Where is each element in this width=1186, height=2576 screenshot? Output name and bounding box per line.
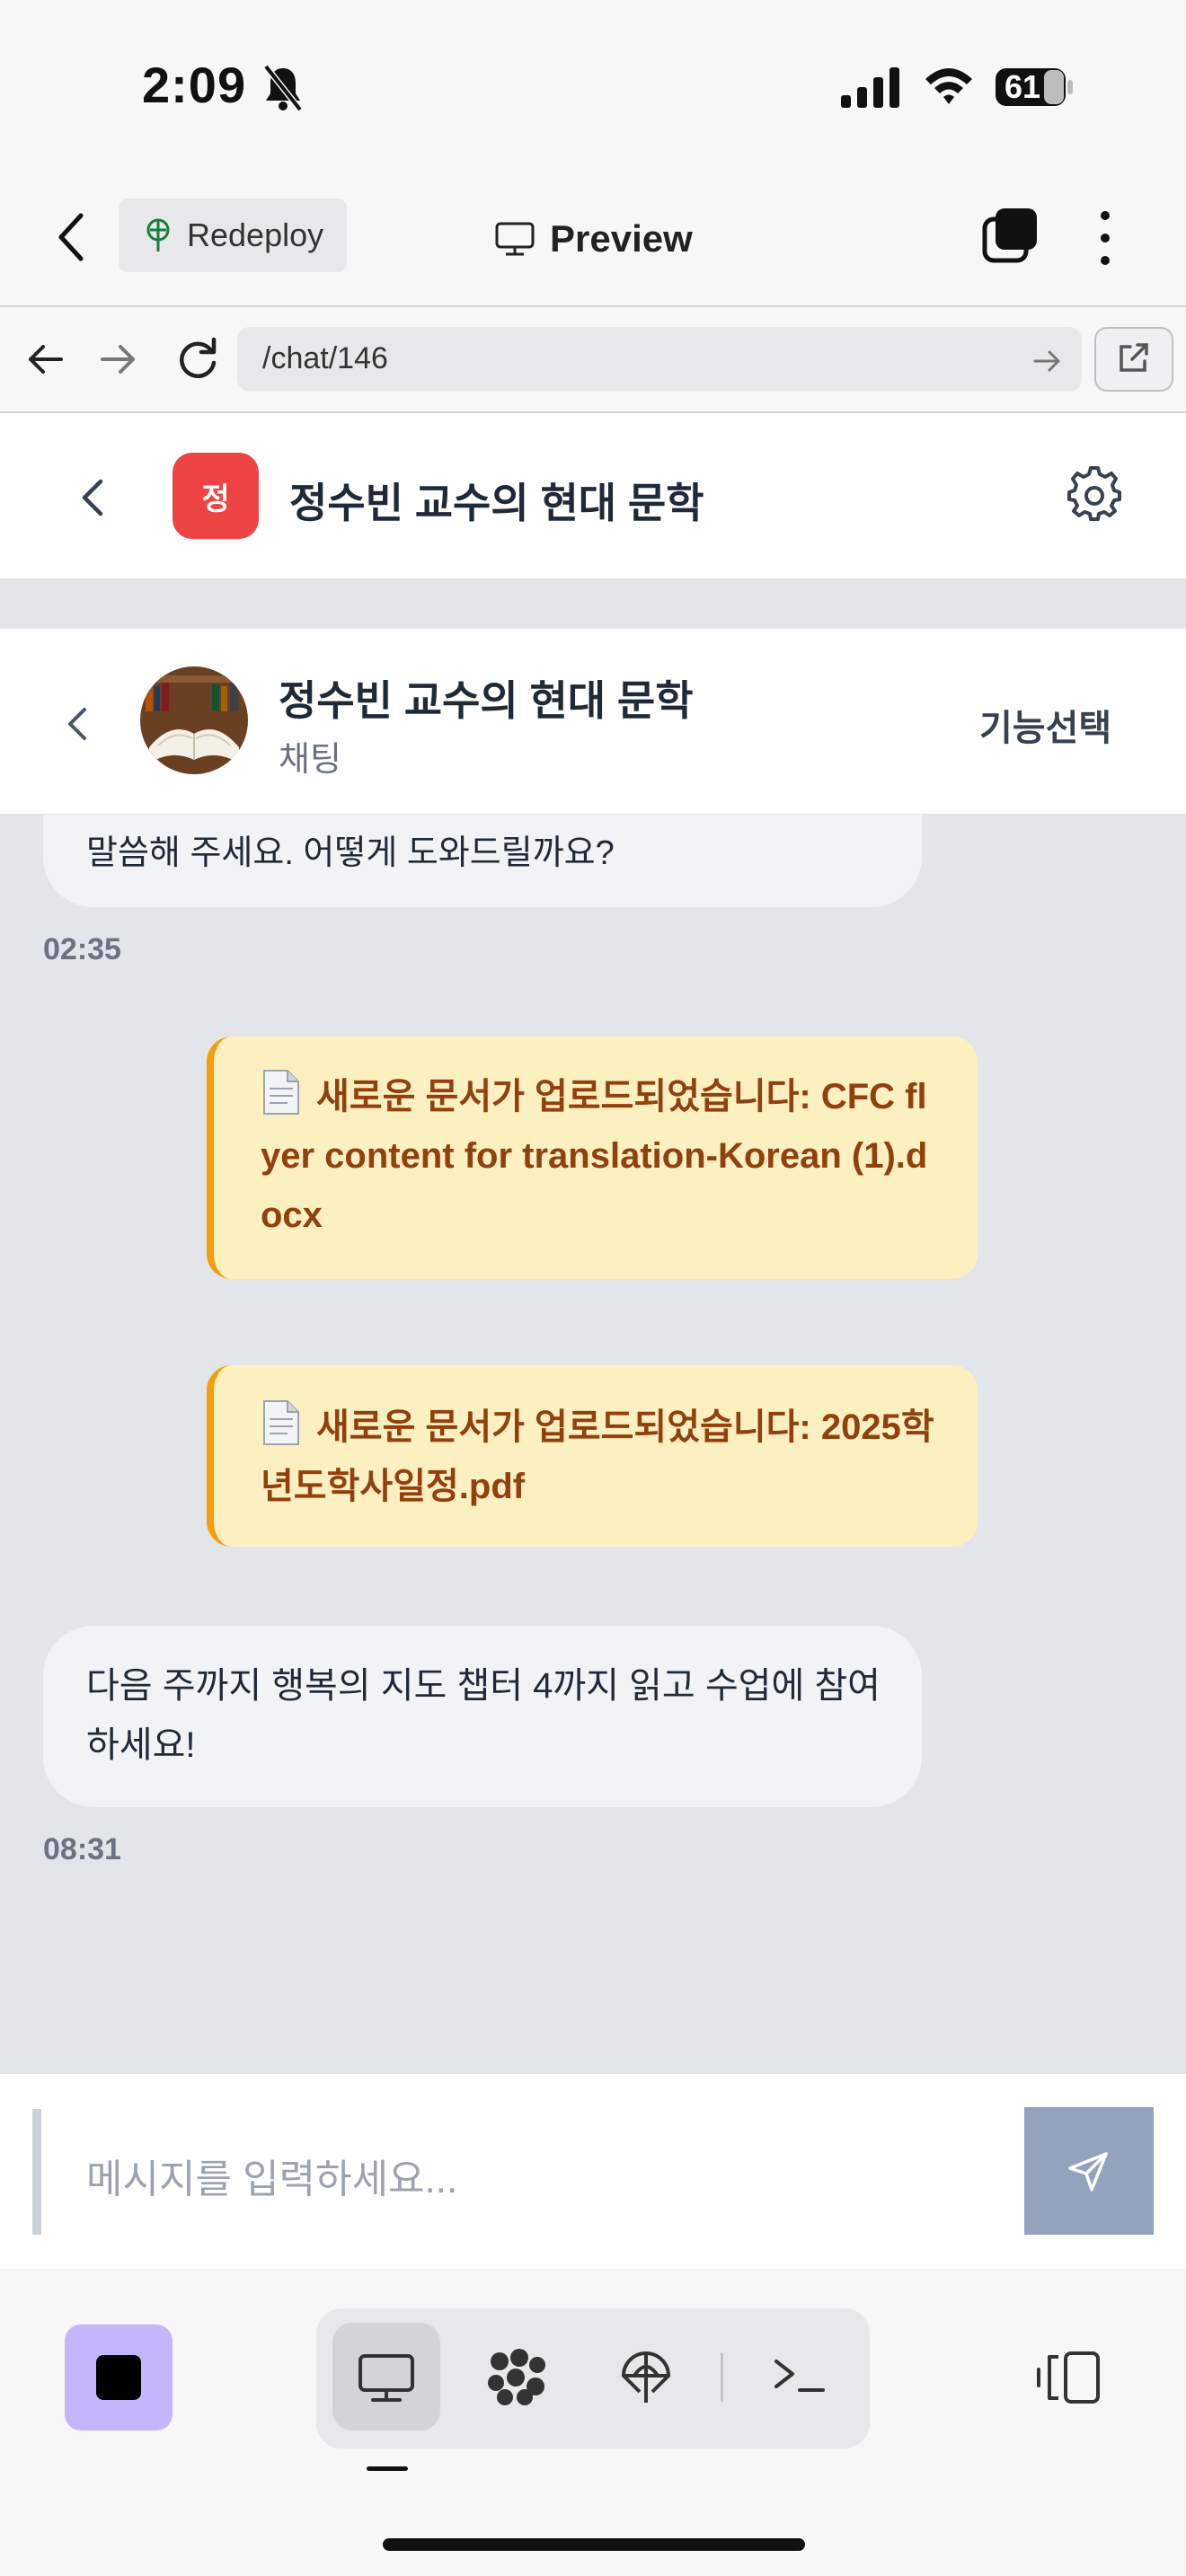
course-book-avatar: [140, 666, 248, 774]
feature-select-button[interactable]: 기능선택: [979, 699, 1111, 751]
terminal-icon[interactable]: [767, 2345, 830, 2408]
document-upload-text: 새로운 문서가 업로드되었습니다: 2025학년도학사일정.pdf: [261, 1398, 943, 1516]
battery-level: 61: [1005, 68, 1041, 105]
chat-title: 정수빈 교수의 현대 문학: [279, 677, 694, 724]
document-upload-text: 새로운 문서가 업로드되었습니다: CFC flyer content for …: [261, 1067, 943, 1245]
bell-muted-icon: [263, 64, 303, 112]
external-link-icon: [1120, 343, 1148, 372]
home-indicator: [383, 2538, 805, 2551]
battery-indicator: 61: [994, 65, 1075, 110]
cell-signal-icon: [841, 67, 899, 108]
agent-icon[interactable]: [485, 2345, 548, 2408]
document-icon: [263, 1400, 299, 1445]
go-arrow-icon[interactable]: [1031, 345, 1064, 377]
chat-subtitle: 채팅: [279, 741, 341, 779]
open-external-button[interactable]: [1094, 327, 1173, 392]
document-upload-label: 새로운 문서가 업로드되었습니다: 2025학년도학사일정.pdf: [261, 1407, 934, 1506]
active-tab-indicator: [367, 2466, 408, 2471]
arrow-left-icon[interactable]: [25, 340, 65, 379]
tool-divider: [721, 2353, 723, 2402]
course-avatar: 정: [173, 453, 259, 539]
preview-tab[interactable]: Preview: [494, 212, 693, 266]
more-options-icon[interactable]: [1087, 207, 1123, 269]
document-icon: [263, 1070, 299, 1115]
message-text: 다음 주까지 행복의 지도 챕터 4까지 읽고 수업에 참여하세요!: [86, 1666, 881, 1765]
preview-label: Preview: [550, 217, 693, 260]
deploy-icon: [146, 218, 170, 251]
message-text: 말씀해 주세요. 어떻게 도와드릴까요?: [86, 834, 615, 872]
send-button[interactable]: [1024, 2107, 1154, 2235]
monitor-icon: [495, 222, 535, 256]
reload-icon[interactable]: [173, 334, 221, 383]
stop-icon: [96, 2355, 141, 2400]
tabs-icon[interactable]: [981, 207, 1039, 264]
redeploy-button[interactable]: Redeploy: [119, 198, 347, 272]
page-title: 정수빈 교수의 현대 문학: [289, 480, 704, 526]
message-time: 08:31: [43, 1832, 121, 1866]
layout-toggle-icon[interactable]: [1033, 2348, 1105, 2407]
back-chevron-icon[interactable]: [66, 706, 88, 742]
back-chevron-icon[interactable]: [54, 208, 90, 266]
redeploy-label: Redeploy: [187, 216, 324, 253]
document-upload-label: 새로운 문서가 업로드되었습니다: CFC flyer content for …: [261, 1077, 928, 1235]
gear-icon[interactable]: [1066, 465, 1123, 523]
arrow-right-icon[interactable]: [99, 340, 138, 379]
wifi-icon: [925, 68, 972, 104]
deploy-icon[interactable]: [615, 2345, 677, 2408]
open-book-icon: [140, 666, 248, 774]
status-time: 2:09: [142, 57, 247, 113]
stop-button[interactable]: [65, 2325, 173, 2430]
message-time: 02:35: [43, 932, 121, 966]
header-divider: [0, 578, 1186, 629]
monitor-icon[interactable]: [355, 2345, 418, 2408]
back-chevron-icon[interactable]: [79, 476, 106, 519]
send-icon: [1068, 2152, 1108, 2192]
message-input-placeholder: 메시지를 입력하세요...: [86, 2157, 458, 2201]
url-text: /chat/146: [262, 341, 388, 375]
